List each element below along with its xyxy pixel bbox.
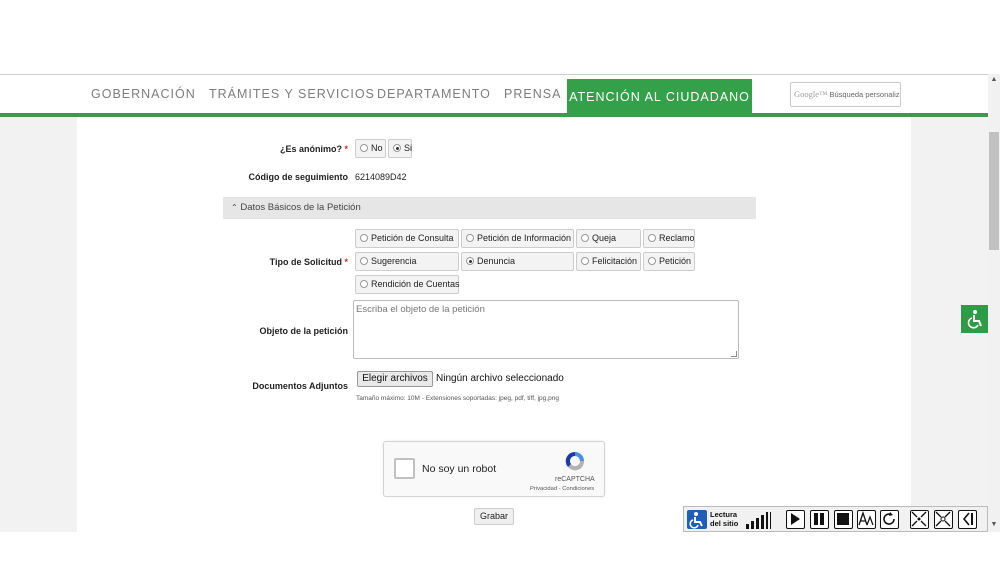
tipo-option[interactable]: Petición de Información xyxy=(461,229,574,248)
radio-icon xyxy=(360,234,368,242)
radio-checked-icon xyxy=(393,144,401,152)
anonimo-si-radio[interactable]: Si xyxy=(388,139,412,158)
reader-logo-icon xyxy=(687,510,707,529)
upload-hint: Tamaño máximo: 10M - Extensiones soporta… xyxy=(356,395,559,402)
tipo-option[interactable]: Petición de Consulta xyxy=(355,229,459,248)
objeto-label: Objeto de la petición xyxy=(259,326,348,336)
accessibility-button[interactable] xyxy=(961,305,988,333)
back-icon[interactable] xyxy=(958,510,977,529)
recaptcha-brand: reCAPTCHA xyxy=(555,476,595,483)
nav-item-prensa[interactable]: PRENSA xyxy=(504,87,561,101)
radio-icon xyxy=(648,234,656,242)
choose-files-button[interactable]: Elegir archivos xyxy=(357,371,433,387)
reader-label: Lectura del sitio xyxy=(710,510,739,528)
codigo-label: Código de seguimiento xyxy=(248,172,348,182)
volume-icon[interactable] xyxy=(745,511,775,529)
chevron-up-icon: ⌃ xyxy=(231,203,238,212)
nav-item-atencion[interactable]: ATENCIÓN AL CIUDADANO xyxy=(567,79,752,115)
grabar-button[interactable]: Grabar xyxy=(474,508,514,525)
scroll-up-icon[interactable]: ▲ xyxy=(988,75,1000,85)
wheelchair-icon xyxy=(967,310,982,329)
radio-icon xyxy=(648,257,656,265)
recaptcha-text: No soy un robot xyxy=(422,463,497,475)
recaptcha-widget: No soy un robot reCAPTCHA Privacidad - C… xyxy=(383,441,605,497)
codigo-value: 6214089D42 xyxy=(355,172,407,182)
tipo-label: Tipo de Solicitud * xyxy=(269,257,348,267)
nav-green-bar xyxy=(0,113,988,117)
tipo-option[interactable]: Felicitación xyxy=(576,252,641,271)
radio-icon xyxy=(360,144,368,152)
nav-item-gobernacion[interactable]: GOBERNACIÓN xyxy=(91,87,196,101)
site-reader-toolbar: Lectura del sitio xyxy=(683,506,988,532)
file-status: Ningún archivo seleccionado xyxy=(436,373,564,384)
main-nav: GOBERNACIÓN TRÁMITES Y SERVICIOS DEPARTA… xyxy=(0,75,988,115)
page-bottom xyxy=(0,532,1000,562)
recaptcha-logo-icon xyxy=(565,451,585,471)
radio-icon xyxy=(466,234,474,242)
tipo-option[interactable]: Queja xyxy=(576,229,641,248)
search-placeholder: Búsqueda personaliz xyxy=(829,90,900,99)
nav-item-departamento[interactable]: DEPARTAMENTO xyxy=(377,87,491,101)
recaptcha-checkbox[interactable] xyxy=(394,458,415,479)
anonimo-label: ¿Es anónimo? * xyxy=(279,144,348,154)
expand-icon[interactable] xyxy=(910,510,929,529)
tipo-option[interactable]: Sugerencia xyxy=(355,252,459,271)
radio-icon xyxy=(360,280,368,288)
pause-icon[interactable] xyxy=(810,510,829,529)
font-size-icon[interactable] xyxy=(857,510,876,529)
stop-icon[interactable] xyxy=(834,510,853,529)
anonimo-no-radio[interactable]: No xyxy=(355,139,386,158)
radio-checked-icon xyxy=(466,257,474,265)
search-input[interactable]: Google™ Búsqueda personaliz xyxy=(790,82,901,107)
tipo-option[interactable]: Denuncia xyxy=(461,252,574,271)
play-icon[interactable] xyxy=(786,510,805,529)
collapse-icon[interactable] xyxy=(934,510,953,529)
page-gutter-left xyxy=(0,117,77,532)
radio-icon xyxy=(581,234,589,242)
scroll-down-icon[interactable]: ▼ xyxy=(988,520,1000,530)
nav-item-tramites[interactable]: TRÁMITES Y SERVICIOS xyxy=(209,87,375,101)
section-title: Datos Básicos de la Petición xyxy=(240,202,361,213)
scrollbar-thumb[interactable] xyxy=(989,132,999,250)
documentos-label: Documentos Adjuntos xyxy=(252,381,348,391)
section-header[interactable]: ⌃ Datos Básicos de la Petición xyxy=(223,197,756,219)
tipo-option[interactable]: Reclamo xyxy=(643,229,695,248)
resize-handle-icon[interactable] xyxy=(731,351,737,357)
radio-icon xyxy=(360,257,368,265)
objeto-textarea[interactable]: Escriba el objeto de la petición xyxy=(353,300,739,359)
recaptcha-links[interactable]: Privacidad - Condiciones xyxy=(530,486,594,492)
repeat-icon[interactable] xyxy=(880,510,899,529)
google-logo: Google™ xyxy=(794,89,828,99)
tipo-option[interactable]: Petición xyxy=(643,252,695,271)
objeto-placeholder: Escriba el objeto de la petición xyxy=(356,304,485,315)
radio-icon xyxy=(581,257,589,265)
tipo-option[interactable]: Rendición de Cuentas xyxy=(355,275,460,294)
